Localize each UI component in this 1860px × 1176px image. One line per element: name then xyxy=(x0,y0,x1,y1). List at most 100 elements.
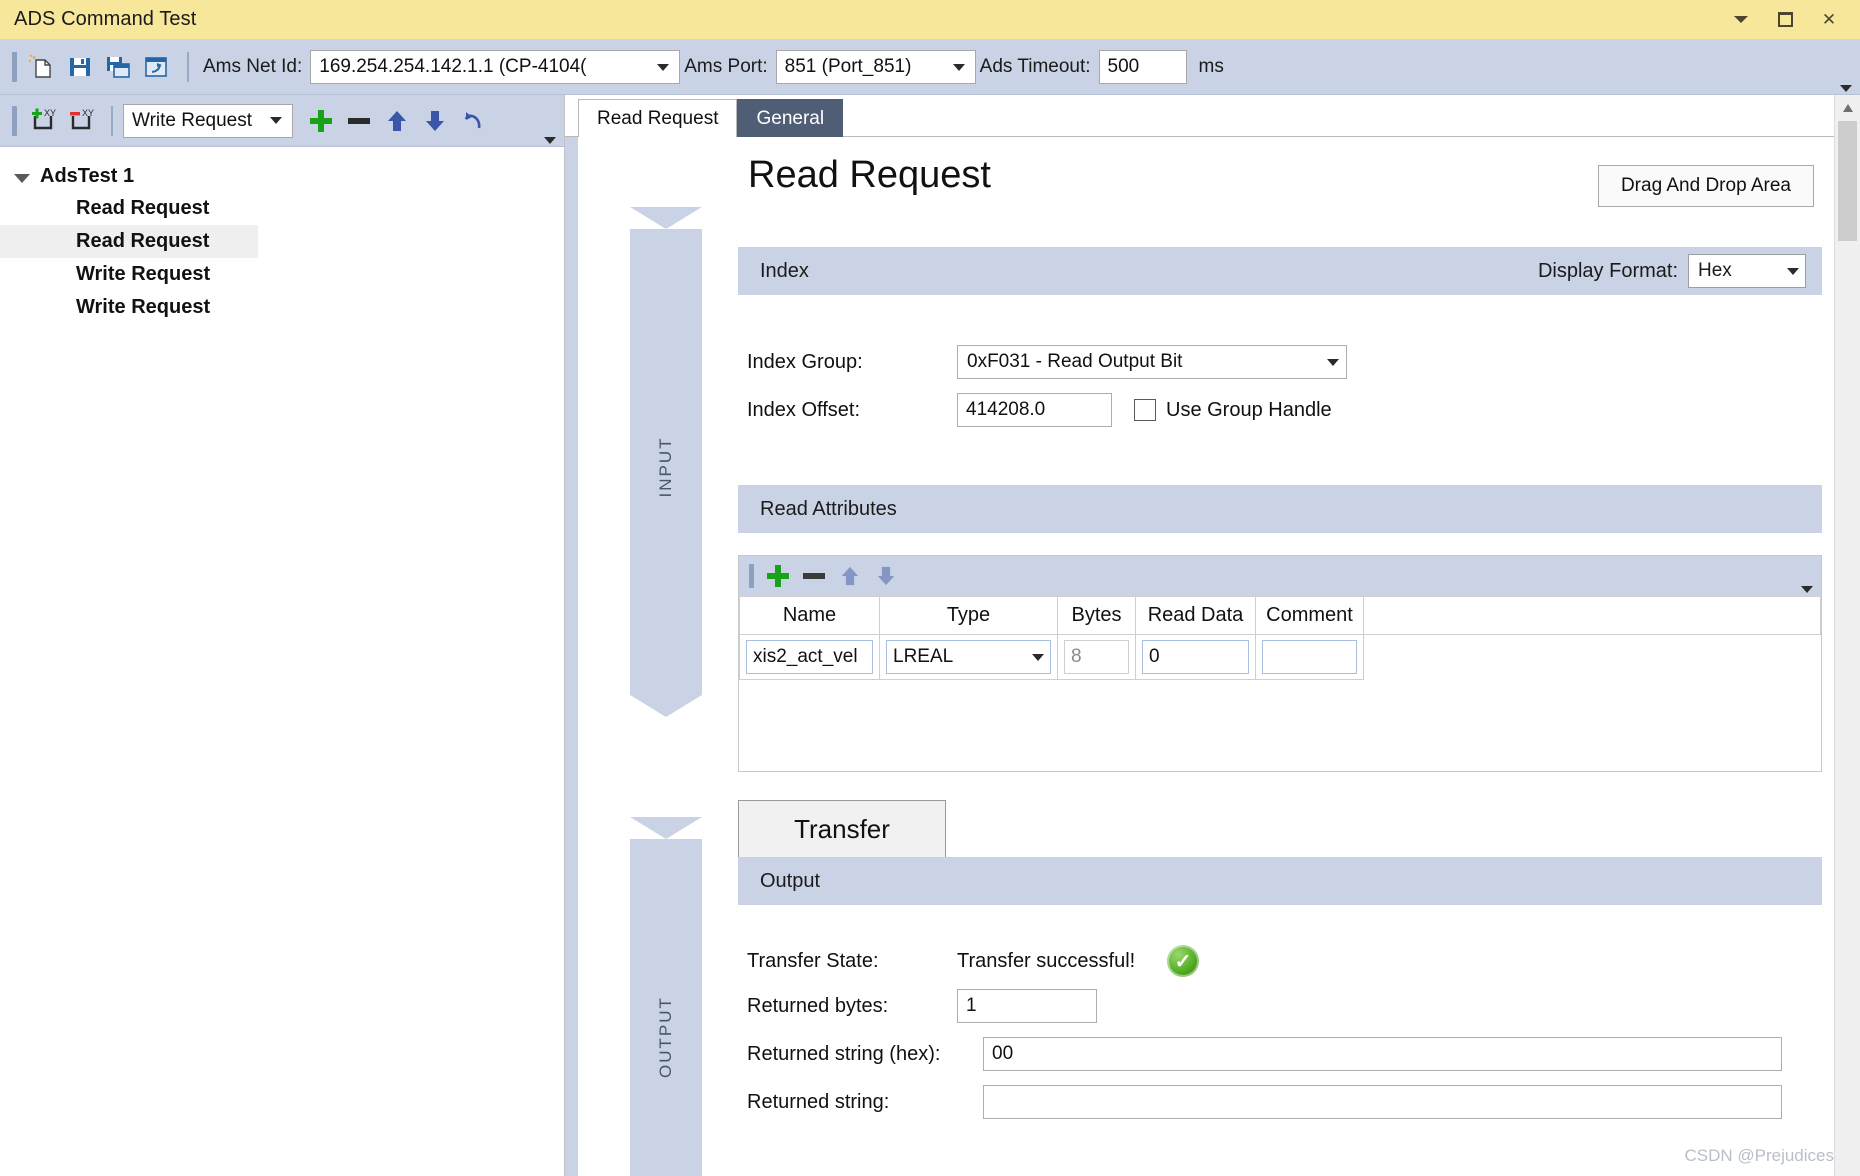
remove-row-icon[interactable] xyxy=(798,560,830,592)
request-type-combo[interactable]: Write Request xyxy=(123,103,293,138)
move-up-icon[interactable] xyxy=(379,103,415,139)
grid-toolbar-overflow-icon[interactable] xyxy=(1801,586,1813,593)
left-toolbar-separator xyxy=(111,105,113,136)
add-row-icon[interactable] xyxy=(762,560,794,592)
maximize-icon[interactable] xyxy=(1774,9,1796,31)
expand-collapse-icon[interactable] xyxy=(14,174,30,183)
index-offset-input[interactable]: 414208.0 xyxy=(957,393,1112,427)
ams-net-id-label: Ams Net Id: xyxy=(203,56,303,77)
comment-input[interactable] xyxy=(1262,640,1357,674)
table-row[interactable]: xis2_act_vel LREAL 8 0 xyxy=(739,634,1821,680)
move-down-icon[interactable] xyxy=(870,560,902,592)
returned-bytes-input[interactable]: 1 xyxy=(957,989,1097,1023)
column-header-comment[interactable]: Comment xyxy=(1255,596,1364,635)
ams-net-id-combo[interactable]: 169.254.254.142.1.1 (CP-4104( xyxy=(310,50,681,84)
tab-read-request[interactable]: Read Request xyxy=(578,99,738,137)
close-icon[interactable]: ✕ xyxy=(1818,9,1840,31)
undo-icon[interactable] xyxy=(455,103,491,139)
chevron-down-icon xyxy=(1787,267,1799,275)
read-attributes-table: Name Type Bytes Read Data Comment xis2_a… xyxy=(739,596,1821,680)
returned-bytes-label: Returned bytes: xyxy=(747,994,889,1017)
transfer-button[interactable]: Transfer xyxy=(738,800,946,858)
column-header-read-data[interactable]: Read Data xyxy=(1135,596,1256,635)
add-icon[interactable] xyxy=(303,103,339,139)
tree-item-read-request-1[interactable]: Read Request xyxy=(0,192,564,225)
read-data-input[interactable]: 0 xyxy=(1142,640,1249,674)
cell-read-data: 0 xyxy=(1135,634,1256,680)
index-group-row: Index Group: 0xF031 - Read Output Bit xyxy=(747,345,1822,379)
output-section-title: Output xyxy=(760,869,821,892)
vertical-scrollbar[interactable] xyxy=(1834,95,1860,1176)
ads-timeout-input[interactable]: 500 xyxy=(1098,50,1187,84)
ams-port-combo[interactable]: 851 (Port_851) xyxy=(775,50,976,84)
column-header-bytes[interactable]: Bytes xyxy=(1057,596,1136,635)
output-rail-band: OUTPUT xyxy=(630,817,702,1176)
left-panel-toolbar: XY XY Write Request xyxy=(0,95,564,147)
transfer-state-row: Transfer State: Transfer successful! ✓ xyxy=(747,945,1822,977)
index-group-combo[interactable]: 0xF031 - Read Output Bit xyxy=(957,345,1347,379)
scrollbar-thumb[interactable] xyxy=(1838,121,1857,241)
save-as-icon[interactable] xyxy=(101,50,135,84)
toolbar-overflow-icon[interactable] xyxy=(1840,85,1852,92)
move-up-icon[interactable] xyxy=(834,560,866,592)
input-rail-notch xyxy=(630,207,702,229)
bytes-value: 8 xyxy=(1064,640,1129,674)
success-check-icon: ✓ xyxy=(1167,945,1199,977)
watermark: CSDN @Prejudices xyxy=(1684,1146,1834,1165)
tree-item-write-request-2[interactable]: Write Request xyxy=(0,291,564,324)
returned-bytes-row: Returned bytes: 1 xyxy=(747,989,1822,1023)
chevron-down-icon xyxy=(1032,653,1044,661)
tree-root-node[interactable]: AdsTest 1 xyxy=(0,161,564,192)
output-rail: OUTPUT xyxy=(630,817,702,1176)
remove-icon[interactable] xyxy=(341,103,377,139)
move-down-icon[interactable] xyxy=(417,103,453,139)
new-file-icon[interactable] xyxy=(25,50,59,84)
minimize-dropdown-icon[interactable] xyxy=(1730,9,1752,31)
add-variable-icon[interactable]: XY xyxy=(25,103,61,139)
name-input[interactable]: xis2_act_vel xyxy=(746,640,873,674)
type-combo[interactable]: LREAL xyxy=(886,640,1051,674)
output-section: Output Transfer State: Transfer successf… xyxy=(738,857,1822,1119)
right-panel-inner: Read Request General Read Request Drag A… xyxy=(565,95,1860,1176)
scroll-up-icon[interactable] xyxy=(1835,95,1860,121)
input-rail-label: INPUT xyxy=(656,436,675,498)
drag-and-drop-area-button[interactable]: Drag And Drop Area xyxy=(1597,165,1814,207)
svg-text:XY: XY xyxy=(44,108,56,118)
column-header-name[interactable]: Name xyxy=(739,596,880,635)
input-rail: INPUT xyxy=(630,207,702,717)
tree-item-write-request-1[interactable]: Write Request xyxy=(0,258,564,291)
request-type-value: Write Request xyxy=(132,109,253,131)
request-tree: AdsTest 1 Read Request Read Request Writ… xyxy=(0,147,564,324)
read-attributes-grid-wrapper: Name Type Bytes Read Data Comment xis2_a… xyxy=(738,555,1822,772)
cell-comment xyxy=(1255,634,1364,680)
main-body: XY XY Write Request AdsTest 1 Read Reque… xyxy=(0,95,1860,1176)
ams-port-value: 851 (Port_851) xyxy=(784,56,912,77)
tab-general[interactable]: General xyxy=(737,99,844,137)
tree-item-read-request-2[interactable]: Read Request xyxy=(0,225,258,258)
cell-name: xis2_act_vel xyxy=(739,634,880,680)
read-attributes-section: Read Attributes Name Type Bytes Read Dat… xyxy=(738,485,1822,858)
toolbar-grip[interactable] xyxy=(12,52,17,82)
right-panel: Read Request General Read Request Drag A… xyxy=(565,95,1860,1176)
tab-strip: Read Request General xyxy=(565,95,1860,137)
use-group-handle-checkbox[interactable] xyxy=(1134,399,1156,421)
index-section-title: Index xyxy=(760,259,809,282)
save-icon[interactable] xyxy=(63,50,97,84)
remove-variable-icon[interactable]: XY xyxy=(63,103,99,139)
chevron-down-icon xyxy=(657,63,670,71)
returned-string-label: Returned string: xyxy=(747,1090,890,1113)
page-content: Read Request Drag And Drop Area INPUT OU… xyxy=(578,137,1834,1176)
returned-string-input[interactable] xyxy=(983,1085,1782,1119)
left-toolbar-grip[interactable] xyxy=(12,105,17,136)
returned-string-row: Returned string: xyxy=(747,1085,1822,1119)
display-format-combo[interactable]: Hex xyxy=(1688,254,1806,288)
left-toolbar-overflow-icon[interactable] xyxy=(544,137,556,144)
index-offset-label: Index Offset: xyxy=(747,398,861,421)
grid-toolbar-grip[interactable] xyxy=(749,564,754,588)
input-rail-band: INPUT xyxy=(630,207,702,717)
open-icon[interactable] xyxy=(139,50,173,84)
returned-string-hex-input[interactable]: 00 xyxy=(983,1037,1782,1071)
column-header-type[interactable]: Type xyxy=(879,596,1058,635)
transfer-state-value: Transfer successful! xyxy=(957,949,1136,972)
index-group-label: Index Group: xyxy=(747,350,863,373)
